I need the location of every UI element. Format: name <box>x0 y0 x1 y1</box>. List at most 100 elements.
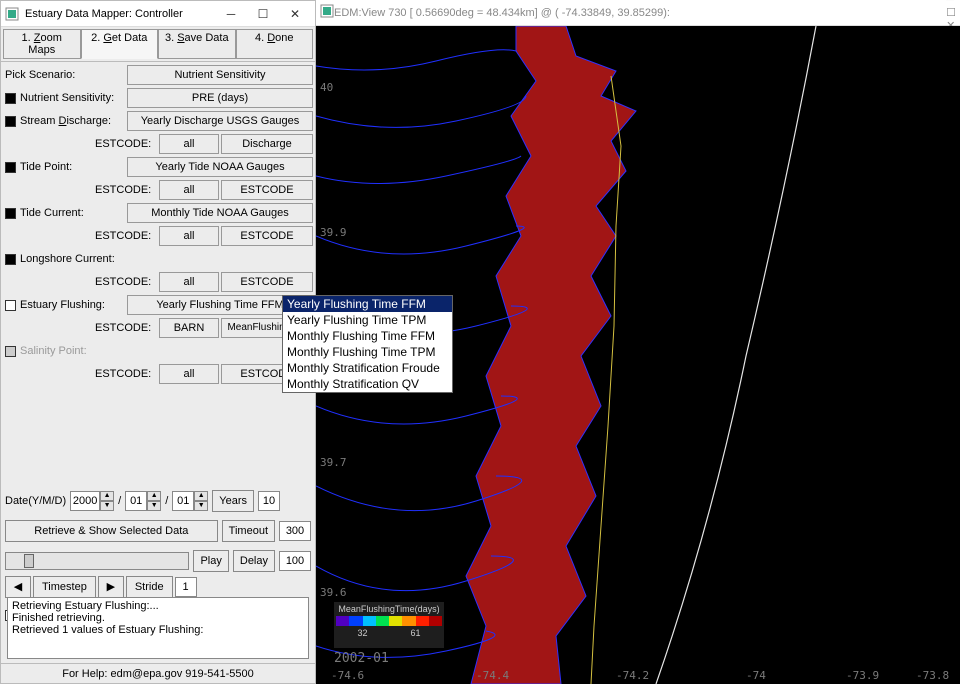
slider-thumb[interactable] <box>24 554 34 568</box>
x-tick-0: -74.6 <box>331 669 364 682</box>
step-forward-button[interactable]: ▶ <box>98 576 124 598</box>
years-button[interactable]: Years <box>212 490 254 512</box>
play-button[interactable]: Play <box>193 550 228 572</box>
estcode-barn-button[interactable]: BARN <box>159 318 219 338</box>
viewer-titlebar[interactable]: EDM:View 730 [ 0.56690deg = 48.434km] @ … <box>316 0 960 26</box>
step-back-button[interactable]: ◀ <box>5 576 31 598</box>
viewer-app-icon <box>320 4 334 21</box>
tide-current-button[interactable]: Monthly Tide NOAA Gauges <box>127 203 313 223</box>
pick-scenario-button[interactable]: Nutrient Sensitivity <box>127 65 313 85</box>
help-footer: For Help: edm@epa.gov 919-541-5500 <box>1 663 315 683</box>
flushing-option-4[interactable]: Monthly Stratification Froude <box>283 360 452 376</box>
month-spinner[interactable]: ▲▼ <box>125 491 161 511</box>
month-up-icon[interactable]: ▲ <box>147 491 161 501</box>
estcode-all-button-3[interactable]: all <box>159 226 219 246</box>
tab-zoom-maps[interactable]: 1. Zoom Maps <box>3 29 81 59</box>
nutrient-sensitivity-button[interactable]: PRE (days) <box>127 88 313 108</box>
day-down-icon[interactable]: ▼ <box>194 501 208 511</box>
longshore-check[interactable] <box>5 254 16 265</box>
tab-get-data[interactable]: 2. Get Data <box>81 29 159 59</box>
flushing-option-1[interactable]: Yearly Flushing Time TPM <box>283 312 452 328</box>
estcode-all-button-6[interactable]: all <box>159 364 219 384</box>
tide-point-label: Tide Point: <box>3 161 125 173</box>
year-up-icon[interactable]: ▲ <box>100 491 114 501</box>
flushing-option-2[interactable]: Monthly Flushing Time FFM <box>283 328 452 344</box>
legend-title: MeanFlushingTime(days) <box>336 604 442 614</box>
timestep-button[interactable]: Timestep <box>33 576 96 598</box>
estcode-label-5: ESTCODE: <box>93 322 157 334</box>
stride-button[interactable]: Stride <box>126 576 173 598</box>
flushing-dropdown[interactable]: Yearly Flushing Time FFM Yearly Flushing… <box>282 295 453 393</box>
day-up-icon[interactable]: ▲ <box>194 491 208 501</box>
controller-title: Estuary Data Mapper: Controller <box>25 8 215 20</box>
viewer-title: EDM:View 730 [ 0.56690deg = 48.434km] @ … <box>334 7 946 19</box>
day-spinner[interactable]: ▲▼ <box>172 491 208 511</box>
log-output: Retrieving Estuary Flushing:... Finished… <box>7 597 309 659</box>
estcode-all-button-4[interactable]: all <box>159 272 219 292</box>
longshore-current-label: Longshore Current: <box>3 253 313 265</box>
timeout-input[interactable] <box>279 521 311 541</box>
month-input[interactable] <box>125 491 147 511</box>
x-tick-2: -74.2 <box>616 669 649 682</box>
stride-input[interactable] <box>175 577 197 597</box>
estcode-label-6: ESTCODE: <box>93 368 157 380</box>
tab-done[interactable]: 4. Done <box>236 29 314 59</box>
salinity-check <box>5 346 16 357</box>
estuary-flushing-check[interactable] <box>5 300 16 311</box>
main-tabs: 1. Zoom Maps 2. Get Data 3. Save Data 4.… <box>1 27 315 62</box>
controller-titlebar[interactable]: Estuary Data Mapper: Controller ─ ☐ ✕ <box>1 1 315 27</box>
get-data-panel: Pick Scenario: Nutrient Sensitivity Nutr… <box>1 62 315 683</box>
y-tick-0: 40 <box>320 81 333 94</box>
longshore-estcode-button[interactable]: ESTCODE <box>221 272 313 292</box>
flushing-option-0[interactable]: Yearly Flushing Time FFM <box>283 296 452 312</box>
tide-current-check[interactable] <box>5 208 16 219</box>
year-input[interactable] <box>70 491 100 511</box>
y-tick-1: 39.9 <box>320 226 347 239</box>
x-tick-4: -73.9 <box>846 669 879 682</box>
stream-discharge-label: Stream Discharge: <box>3 115 125 127</box>
tide-point-button[interactable]: Yearly Tide NOAA Gauges <box>127 157 313 177</box>
retrieve-button[interactable]: Retrieve & Show Selected Data <box>5 520 218 542</box>
y-tick-3: 39.7 <box>320 456 347 469</box>
year-down-icon[interactable]: ▼ <box>100 501 114 511</box>
day-input[interactable] <box>172 491 194 511</box>
tide-point-estcode-button[interactable]: ESTCODE <box>221 180 313 200</box>
years-input[interactable] <box>258 491 280 511</box>
estuary-flushing-label: Estuary Flushing: <box>3 299 125 311</box>
estcode-all-button-2[interactable]: all <box>159 180 219 200</box>
playback-slider[interactable] <box>5 552 189 570</box>
estcode-label-4: ESTCODE: <box>93 276 157 288</box>
maximize-icon[interactable]: ☐ <box>247 3 279 25</box>
viewer-maximize-icon[interactable]: ☐ <box>946 6 956 19</box>
flushing-option-5[interactable]: Monthly Stratification QV <box>283 376 452 392</box>
legend-min: 32 <box>357 628 367 638</box>
controller-window: Estuary Data Mapper: Controller ─ ☐ ✕ 1.… <box>0 0 316 684</box>
x-tick-1: -74.4 <box>476 669 509 682</box>
estcode-label-1: ESTCODE: <box>93 138 157 150</box>
tide-current-label: Tide Current: <box>3 207 125 219</box>
estcode-label-2: ESTCODE: <box>93 184 157 196</box>
tide-current-estcode-button[interactable]: ESTCODE <box>221 226 313 246</box>
nutrient-sensitivity-label: Nutrient Sensitivity: <box>3 92 125 104</box>
estcode-label-3: ESTCODE: <box>93 230 157 242</box>
x-tick-5: -73.8 <box>916 669 949 682</box>
y-tick-4: 39.6 <box>320 586 347 599</box>
nutrient-sensitivity-check[interactable] <box>5 93 16 104</box>
tide-point-check[interactable] <box>5 162 16 173</box>
estcode-all-button-1[interactable]: all <box>159 134 219 154</box>
minimize-icon[interactable]: ─ <box>215 3 247 25</box>
app-icon <box>5 7 19 21</box>
legend-ramp <box>336 616 442 626</box>
stream-discharge-button[interactable]: Yearly Discharge USGS Gauges <box>127 111 313 131</box>
month-down-icon[interactable]: ▼ <box>147 501 161 511</box>
discharge-button[interactable]: Discharge <box>221 134 313 154</box>
tab-save-data[interactable]: 3. Save Data <box>158 29 236 59</box>
delay-input[interactable] <box>279 551 311 571</box>
close-icon[interactable]: ✕ <box>279 3 311 25</box>
flushing-option-3[interactable]: Monthly Flushing Time TPM <box>283 344 452 360</box>
timeout-button[interactable]: Timeout <box>222 520 275 542</box>
x-tick-3: -74 <box>746 669 766 682</box>
stream-discharge-check[interactable] <box>5 116 16 127</box>
year-spinner[interactable]: ▲▼ <box>70 491 114 511</box>
delay-button[interactable]: Delay <box>233 550 275 572</box>
